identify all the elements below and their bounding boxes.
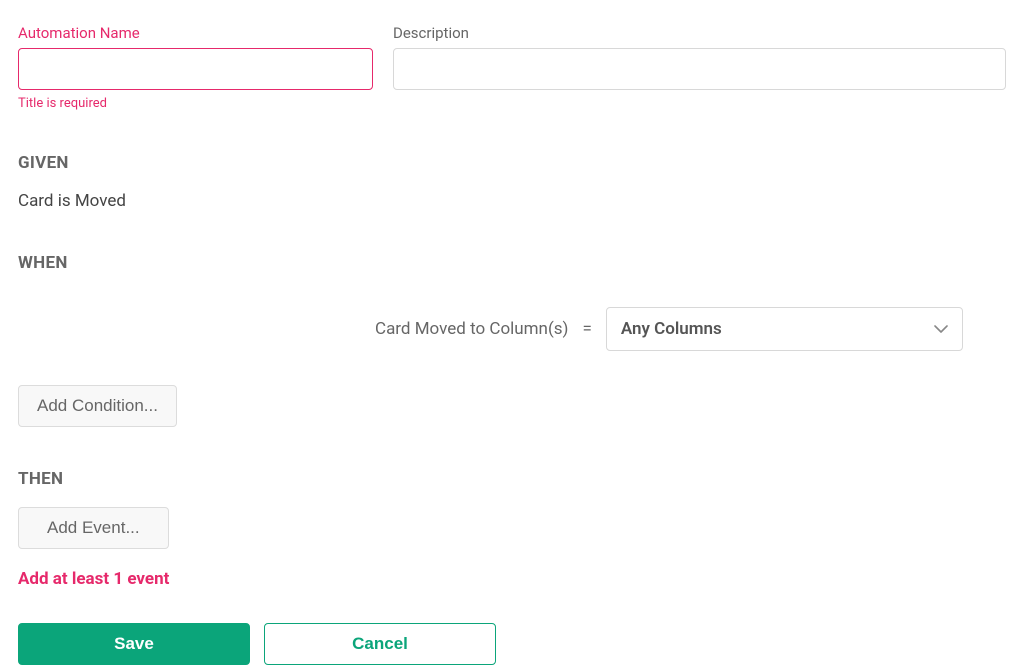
automation-name-error: Title is required <box>18 96 373 111</box>
when-condition-row: Card Moved to Column(s) = Any Columns <box>18 307 1006 351</box>
footer-actions: Save Cancel <box>18 623 1006 665</box>
add-event-button[interactable]: Add Event... <box>18 507 169 549</box>
description-input[interactable] <box>393 48 1006 90</box>
add-condition-button[interactable]: Add Condition... <box>18 385 177 427</box>
column-select[interactable]: Any Columns <box>606 307 963 351</box>
description-field-group: Description <box>393 24 1006 90</box>
column-select-value: Any Columns <box>621 319 722 339</box>
save-button[interactable]: Save <box>18 623 250 665</box>
automation-name-label: Automation Name <box>18 24 373 42</box>
when-section-label: WHEN <box>18 253 1006 273</box>
header-form-row: Automation Name Title is required Descri… <box>18 24 1006 111</box>
then-section-label: THEN <box>18 469 1006 489</box>
automation-name-input[interactable] <box>18 48 373 90</box>
condition-operator: = <box>582 319 591 339</box>
given-trigger-text: Card is Moved <box>18 191 1006 211</box>
automation-name-field-group: Automation Name Title is required <box>18 24 373 111</box>
chevron-down-icon <box>934 325 948 333</box>
then-error-message: Add at least 1 event <box>18 569 1006 589</box>
condition-field-label: Card Moved to Column(s) <box>375 319 568 339</box>
given-section-label: GIVEN <box>18 153 1006 173</box>
description-label: Description <box>393 24 1006 42</box>
cancel-button[interactable]: Cancel <box>264 623 496 665</box>
